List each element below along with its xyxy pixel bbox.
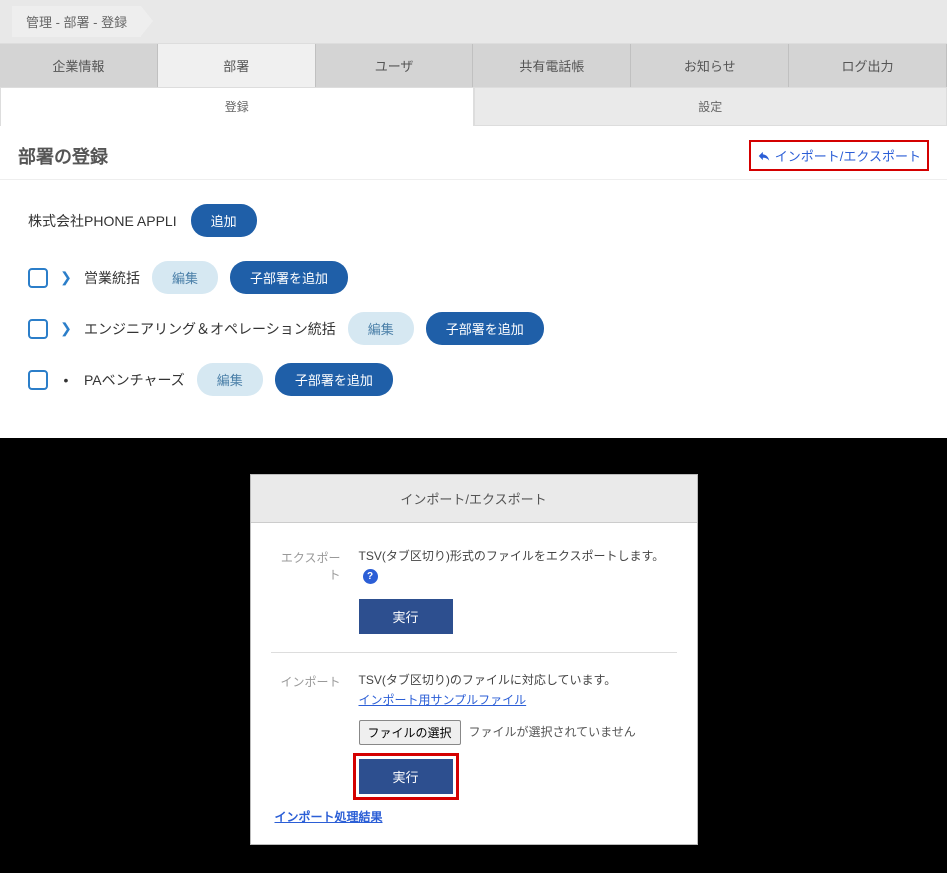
export-desc: TSV(タブ区切り)形式のファイルをエクスポートします。?	[359, 547, 677, 585]
page-title: 部署の登録	[18, 143, 108, 169]
department-row: • PAベンチャーズ編集子部署を追加	[28, 363, 919, 396]
edit-button[interactable]: 編集	[197, 363, 263, 396]
help-icon[interactable]: ?	[363, 569, 378, 584]
expand-icon[interactable]: ❯	[60, 269, 72, 286]
main-tabs: 企業情報部署ユーザ共有電話帳お知らせログ出力	[0, 44, 947, 87]
bullet-icon: •	[60, 372, 72, 388]
main-tab-2[interactable]: ユーザ	[316, 44, 474, 87]
sub-tabs: 登録設定	[0, 87, 947, 126]
modal-title: インポート/エクスポート	[251, 475, 697, 523]
import-label: インポート	[271, 671, 341, 744]
department-list: ❯営業統括編集子部署を追加❯エンジニアリング＆オペレーション統括編集子部署を追加…	[28, 261, 919, 396]
select-checkbox[interactable]	[28, 268, 48, 288]
import-row: インポート TSV(タブ区切り)のファイルに対応しています。 インポート用サンプ…	[271, 671, 677, 744]
org-root-row: 株式会社PHONE APPLI 追加	[28, 204, 919, 237]
department-row: ❯ 営業統括編集子部署を追加	[28, 261, 919, 294]
edit-button[interactable]: 編集	[152, 261, 218, 294]
add-child-button[interactable]: 子部署を追加	[426, 312, 544, 345]
file-status: ファイルが選択されていません	[469, 723, 636, 742]
export-action: 実行	[359, 599, 677, 634]
import-export-modal: インポート/エクスポート エクスポート TSV(タブ区切り)形式のファイルをエク…	[250, 474, 698, 845]
sub-tab-0[interactable]: 登録	[0, 87, 474, 126]
main-tab-0[interactable]: 企業情報	[0, 44, 158, 87]
reply-arrow-icon	[757, 149, 771, 163]
main-tab-1[interactable]: 部署	[158, 44, 316, 87]
add-button[interactable]: 追加	[191, 204, 257, 237]
main-tab-5[interactable]: ログ出力	[789, 44, 947, 87]
department-name: 営業統括	[84, 268, 140, 288]
breadcrumb: 管理 - 部署 - 登録	[12, 6, 141, 37]
import-execute-button[interactable]: 実行	[359, 759, 453, 794]
department-name: PAベンチャーズ	[84, 370, 185, 390]
edit-button[interactable]: 編集	[348, 312, 414, 345]
add-child-button[interactable]: 子部署を追加	[275, 363, 393, 396]
expand-icon[interactable]: ❯	[60, 320, 72, 337]
divider	[271, 652, 677, 653]
select-checkbox[interactable]	[28, 319, 48, 339]
department-name: エンジニアリング＆オペレーション統括	[84, 319, 336, 339]
department-content: 株式会社PHONE APPLI 追加 ❯営業統括編集子部署を追加❯エンジニアリン…	[0, 179, 947, 438]
admin-page: 管理 - 部署 - 登録 企業情報部署ユーザ共有電話帳お知らせログ出力 登録設定…	[0, 0, 947, 438]
export-row: エクスポート TSV(タブ区切り)形式のファイルをエクスポートします。?	[271, 547, 677, 585]
sub-tab-1[interactable]: 設定	[474, 87, 947, 126]
export-label: エクスポート	[271, 547, 341, 585]
import-desc: TSV(タブ区切り)のファイルに対応しています。 インポート用サンプルファイル …	[359, 671, 636, 744]
add-child-button[interactable]: 子部署を追加	[230, 261, 348, 294]
import-action: 実行	[359, 759, 677, 794]
breadcrumb-bar: 管理 - 部署 - 登録	[0, 0, 947, 44]
modal-body: エクスポート TSV(タブ区切り)形式のファイルをエクスポートします。? 実行 …	[251, 523, 697, 844]
modal-backdrop: インポート/エクスポート エクスポート TSV(タブ区切り)形式のファイルをエク…	[0, 474, 947, 873]
main-tab-3[interactable]: 共有電話帳	[473, 44, 631, 87]
import-result-link[interactable]: インポート処理結果	[271, 810, 383, 824]
main-tab-4[interactable]: お知らせ	[631, 44, 789, 87]
file-select-row: ファイルの選択 ファイルが選択されていません	[359, 720, 636, 745]
page-header: 部署の登録 インポート/エクスポート	[0, 126, 947, 179]
import-export-link[interactable]: インポート/エクスポート	[749, 140, 929, 171]
select-checkbox[interactable]	[28, 370, 48, 390]
file-select-button[interactable]: ファイルの選択	[359, 720, 461, 745]
org-root-name: 株式会社PHONE APPLI	[28, 211, 177, 231]
separator-gap	[0, 438, 947, 474]
sample-file-link[interactable]: インポート用サンプルファイル	[359, 693, 527, 707]
department-row: ❯ エンジニアリング＆オペレーション統括編集子部署を追加	[28, 312, 919, 345]
export-execute-button[interactable]: 実行	[359, 599, 453, 634]
